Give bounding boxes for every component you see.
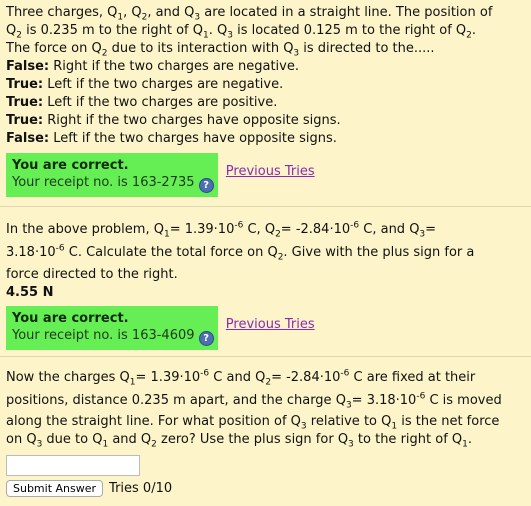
q2-result-box: You are correct. Your receipt no. is 163…	[6, 306, 218, 350]
q3-line-4: on Q3 due to Q1 and Q2 zero? Use the plu…	[6, 432, 473, 450]
statement-5: False: Left if the two charges have oppo…	[6, 131, 337, 146]
q1-result-title: You are correct.	[12, 158, 129, 173]
separator	[0, 206, 531, 207]
question-3: Now the charges Q1= 1.39·10-6 C and Q2= …	[0, 367, 531, 498]
q1-line-1: Three charges, Q1, Q2, and Q3 are locate…	[6, 5, 493, 23]
question-1: Three charges, Q1, Q2, and Q3 are locate…	[0, 4, 531, 197]
q2-line-2: 3.18·10-6 C. Calculate the total force o…	[6, 243, 475, 263]
answer-row	[6, 455, 525, 476]
statement-4: True: Right if the two charges have oppo…	[6, 113, 341, 128]
submit-answer-button[interactable]: Submit Answer	[6, 480, 104, 497]
q2-line-1: In the above problem, Q1= 1.39·10-6 C, Q…	[6, 220, 437, 240]
separator	[0, 356, 531, 357]
q1-line-2: Q2 is 0.235 m to the right of Q1. Q3 is …	[6, 23, 477, 41]
help-icon[interactable]: ?	[198, 178, 214, 193]
statement-3: True: Left if the two charges are positi…	[6, 95, 278, 110]
q1-receipt: Your receipt no. is 163-2735 ?	[12, 174, 214, 193]
q1-line-3: The force on Q2 due to its interaction w…	[6, 41, 435, 59]
question-2: In the above problem, Q1= 1.39·10-6 C, Q…	[0, 219, 531, 350]
q1-previous-tries-link[interactable]: Previous Tries	[226, 163, 315, 181]
submit-row: Submit Answer Tries 0/10	[6, 480, 525, 498]
q2-answer: 4.55 N	[6, 285, 54, 300]
q3-line-1: Now the charges Q1= 1.39·10-6 C and Q2= …	[6, 368, 476, 388]
q2-line-3: force directed to the right.	[6, 267, 178, 282]
tries-counter: Tries 0/10	[109, 481, 173, 496]
q3-line-2: positions, distance 0.235 m apart, and t…	[6, 391, 502, 411]
q1-result-box: You are correct. Your receipt no. is 163…	[6, 153, 218, 197]
q2-previous-tries-link[interactable]: Previous Tries	[226, 316, 315, 334]
statement-2: True: Left if the two charges are negati…	[6, 77, 284, 92]
statement-1: False: Right if the two charges are nega…	[6, 59, 299, 74]
q2-result-title: You are correct.	[12, 311, 129, 326]
answer-input[interactable]	[6, 455, 140, 476]
q2-receipt: Your receipt no. is 163-4609 ?	[12, 327, 214, 346]
help-icon[interactable]: ?	[198, 331, 214, 346]
q3-line-3: along the straight line. For what positi…	[6, 414, 500, 432]
